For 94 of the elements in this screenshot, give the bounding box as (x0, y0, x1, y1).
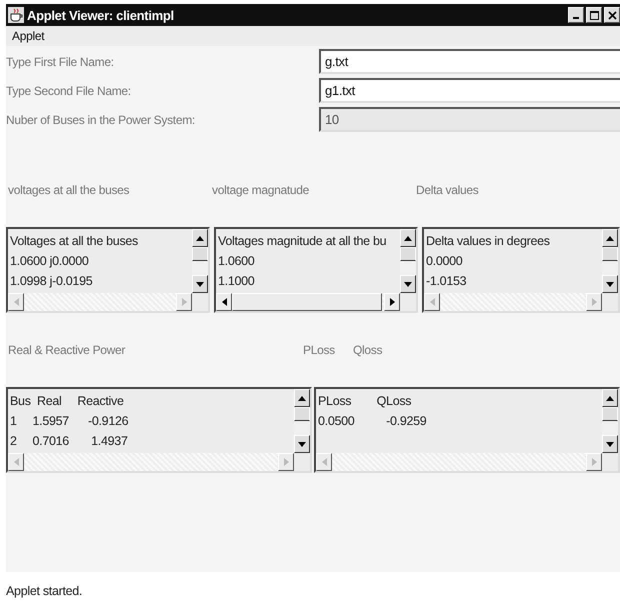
right-arrow-icon (390, 298, 394, 306)
scroll-thumb[interactable] (294, 407, 310, 421)
scroll-left-button[interactable] (216, 293, 232, 311)
right-arrow-icon (592, 458, 596, 466)
field-label: Type Second File Name: (6, 84, 132, 98)
text-area[interactable]: Delta values in degrees 0.0000 -1.0153 (422, 227, 620, 313)
text-line: 1 1.5957 -0.9126 (10, 413, 130, 430)
scroll-down-button[interactable] (294, 435, 310, 453)
text-area[interactable]: Bus Real Reactive 1 1.5957 -0.9126 2 0.7016 1.4937 (6, 387, 312, 473)
scroll-up-button[interactable] (192, 229, 208, 247)
scroll-left-button[interactable] (424, 293, 440, 311)
horizontal-scrollbar[interactable] (216, 293, 400, 311)
down-arrow-icon (298, 442, 306, 446)
scroll-down-button[interactable] (192, 275, 208, 293)
scroll-thumb[interactable] (232, 293, 382, 311)
section-label: voltages at all the buses (8, 183, 130, 197)
horizontal-scrollbar[interactable] (8, 453, 294, 471)
horizontal-scrollbar[interactable] (424, 293, 602, 311)
scroll-left-button[interactable] (8, 293, 24, 311)
right-arrow-icon (284, 458, 288, 466)
up-arrow-icon (196, 236, 204, 240)
right-arrow-icon (182, 298, 186, 306)
section-label: voltage magnatude (212, 183, 310, 197)
scroll-thumb[interactable] (192, 247, 208, 261)
down-arrow-icon (606, 282, 614, 286)
text-line: Voltages magnitude at all the bu (218, 233, 388, 250)
up-arrow-icon (298, 396, 306, 400)
text-line: 1.1000 (218, 273, 256, 290)
vertical-scrollbar[interactable] (192, 229, 208, 293)
input-field[interactable]: g1.txt (319, 78, 620, 103)
text-line: Voltages at all the buses (10, 233, 140, 250)
section-label: PLoss (303, 343, 336, 357)
window-title: Applet Viewer: clientimpl (27, 8, 175, 22)
close-button[interactable] (604, 7, 620, 23)
maximize-icon (590, 10, 598, 20)
scroll-left-button[interactable] (8, 453, 24, 471)
up-arrow-icon (404, 236, 412, 240)
left-arrow-icon (222, 298, 226, 306)
section-label: Qloss (353, 343, 382, 357)
text-line: 1.0998 j-0.0195 (10, 273, 94, 290)
left-arrow-icon (14, 298, 18, 306)
scroll-right-button[interactable] (586, 453, 602, 471)
horizontal-scrollbar[interactable] (316, 453, 602, 471)
text-line: PLoss QLoss (318, 393, 412, 410)
scroll-down-button[interactable] (400, 275, 416, 293)
down-arrow-icon (404, 282, 412, 286)
scroll-down-button[interactable] (602, 275, 618, 293)
down-arrow-icon (606, 442, 614, 446)
cup-icon (8, 7, 24, 23)
minimize-button[interactable] (568, 7, 584, 23)
scroll-left-button[interactable] (316, 453, 332, 471)
scroll-right-button[interactable] (384, 293, 400, 311)
up-arrow-icon (606, 396, 614, 400)
down-arrow-icon (196, 282, 204, 286)
vertical-scrollbar[interactable] (294, 389, 310, 453)
scroll-up-button[interactable] (602, 229, 618, 247)
text-line: -1.0153 (426, 273, 468, 290)
close-icon (608, 10, 616, 20)
scroll-right-button[interactable] (586, 293, 602, 311)
vertical-scrollbar[interactable] (602, 389, 618, 453)
section-label: Delta values (416, 183, 480, 197)
scroll-right-button[interactable] (278, 453, 294, 471)
scroll-right-button[interactable] (176, 293, 192, 311)
text-line: Delta values in degrees (426, 233, 551, 250)
field-label: Nuber of Buses in the Power System: (6, 112, 196, 126)
text-line: 1.0600 (218, 253, 256, 270)
vertical-scrollbar[interactable] (602, 229, 618, 293)
up-arrow-icon (606, 236, 614, 240)
left-arrow-icon (14, 458, 18, 466)
text-area[interactable]: Voltages at all the buses 1.0600 j0.0000 1.0998 j-0.0195 (6, 227, 210, 313)
input-field[interactable]: g.txt (319, 49, 620, 74)
maximize-button[interactable] (586, 7, 602, 23)
menu-item[interactable]: Applet (12, 29, 44, 43)
scroll-up-button[interactable] (602, 389, 618, 407)
text-line: 0.0000 (426, 253, 464, 270)
text-area[interactable]: PLoss QLoss 0.0500 -0.9259 (314, 387, 620, 473)
scroll-up-button[interactable] (294, 389, 310, 407)
scroll-thumb[interactable] (400, 247, 416, 261)
text-line: Bus Real Reactive (10, 393, 125, 410)
scroll-down-button[interactable] (602, 435, 618, 453)
text-line: 1.0600 j0.0000 (10, 253, 90, 270)
section-label: Real & Reactive Power (8, 343, 126, 357)
field-label: Type First File Name: (6, 54, 115, 68)
scroll-thumb[interactable] (602, 407, 618, 421)
text-area[interactable]: Voltages magnitude at all the bu 1.0600 1.1000 (214, 227, 418, 313)
text-line: 2 0.7016 1.4937 (10, 433, 129, 450)
text-line: 0.0500 -0.9259 (318, 413, 428, 430)
scroll-thumb[interactable] (602, 247, 618, 261)
vertical-scrollbar[interactable] (400, 229, 416, 293)
scroll-up-button[interactable] (400, 229, 416, 247)
left-arrow-icon (430, 298, 434, 306)
right-arrow-icon (592, 298, 596, 306)
horizontal-scrollbar[interactable] (8, 293, 192, 311)
left-arrow-icon (322, 458, 326, 466)
